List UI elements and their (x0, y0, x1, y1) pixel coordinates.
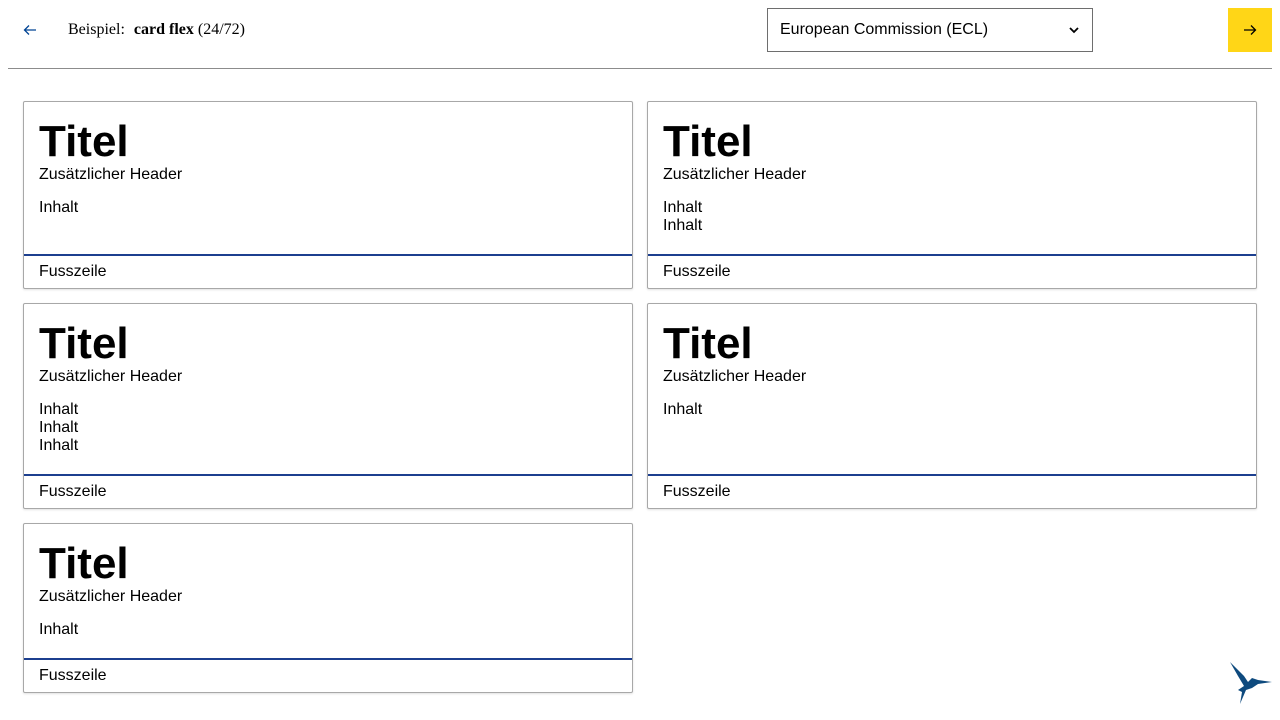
previous-example-button[interactable] (8, 8, 52, 52)
card-title: Titel (39, 117, 129, 166)
card-subtitle: Zusätzlicher Header (39, 368, 183, 385)
card-title: Titel (663, 117, 753, 166)
next-example-button[interactable] (1228, 8, 1272, 52)
card-subtitle: Zusätzlicher Header (39, 166, 183, 183)
card-footer-text: Fusszeile (39, 263, 107, 280)
card-content: Inhalt Inhalt (663, 199, 702, 235)
example-prefix: Beispiel: (68, 21, 125, 38)
card-content-line: Inhalt (39, 437, 79, 454)
card-content-line: Inhalt (39, 401, 79, 418)
header-divider (8, 68, 1272, 69)
card-footer-text: Fusszeile (663, 263, 731, 280)
arrow-left-icon (23, 25, 36, 35)
card-title: Titel (663, 319, 753, 368)
example-counter: (24/72) (197, 21, 245, 38)
card-subtitle: Zusätzlicher Header (663, 166, 807, 183)
card-content: Inhalt Inhalt Inhalt (39, 401, 78, 455)
card-content: Inhalt (39, 199, 78, 217)
card-footer: Fusszeile (24, 658, 632, 692)
card-content-line: Inhalt (663, 217, 703, 234)
card-title: Titel (39, 319, 129, 368)
card-footer-text: Fusszeile (663, 483, 731, 500)
arrow-right-icon (1244, 25, 1257, 35)
card-content-line: Inhalt (39, 621, 79, 638)
card-content: Inhalt (39, 621, 78, 639)
card-title: Titel (39, 539, 129, 588)
card-content-line: Inhalt (39, 419, 79, 436)
card-footer-text: Fusszeile (39, 483, 107, 500)
card-content-line: Inhalt (663, 401, 703, 418)
card-subtitle: Zusätzlicher Header (39, 588, 183, 605)
card: Titel Zusätzlicher Header Inhalt Inhalt … (23, 303, 633, 509)
top-bar: Beispiel: card flex (24/72) European Com… (0, 0, 1280, 60)
card: Titel Zusätzlicher Header Inhalt Fusszei… (23, 523, 633, 693)
card: Titel Zusätzlicher Header Inhalt Fusszei… (23, 101, 633, 289)
card-content-line: Inhalt (39, 199, 79, 216)
card-subtitle: Zusätzlicher Header (663, 368, 807, 385)
example-name: card flex (133, 21, 194, 38)
card-footer: Fusszeile (648, 474, 1256, 508)
chevron-down-icon (1069, 27, 1079, 34)
theme-select-value: European Commission (ECL) (780, 21, 989, 38)
card-footer: Fusszeile (24, 254, 632, 288)
card-footer: Fusszeile (24, 474, 632, 508)
card-footer-text: Fusszeile (39, 667, 107, 684)
card-content: Inhalt (663, 401, 702, 419)
example-label: Beispiel: card flex (24/72) (68, 20, 245, 40)
hummingbird-logo-icon (1230, 662, 1272, 704)
card-content-line: Inhalt (663, 199, 703, 216)
card-footer: Fusszeile (648, 254, 1256, 288)
theme-select[interactable]: European Commission (ECL) (767, 8, 1093, 52)
card: Titel Zusätzlicher Header Inhalt Fusszei… (647, 303, 1257, 509)
card: Titel Zusätzlicher Header Inhalt Inhalt … (647, 101, 1257, 289)
